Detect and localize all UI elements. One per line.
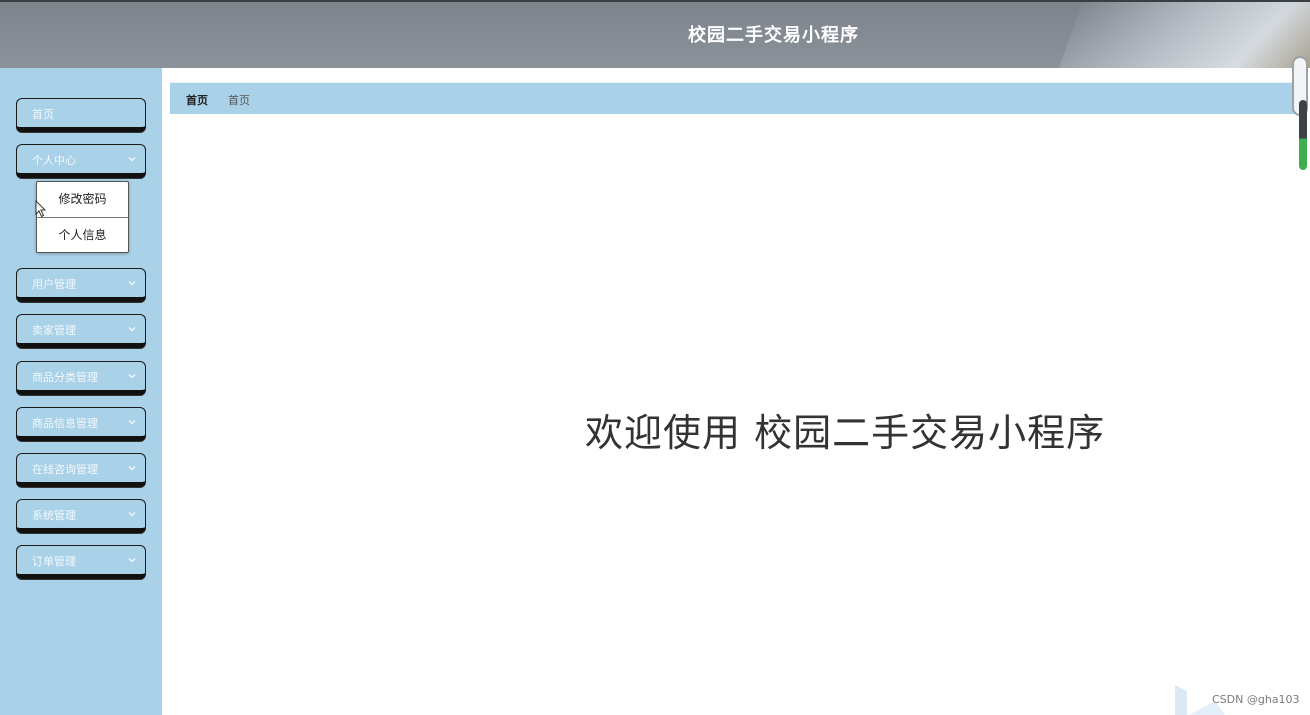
sidebar-item-label: 个人中心: [32, 154, 76, 167]
mouse-cursor-icon: [35, 199, 47, 218]
sidebar-item-label: 在线咨询管理: [32, 463, 98, 476]
watermark-text: CSDN @gha103: [1212, 693, 1300, 706]
breadcrumb-current: 首页: [228, 94, 250, 107]
sidebar-item-user-management[interactable]: 用户管理: [16, 268, 146, 302]
sidebar-item-label: 商品信息管理: [32, 417, 98, 430]
welcome-message: 欢迎使用 校园二手交易小程序: [585, 411, 1106, 455]
submenu-item-change-password[interactable]: 修改密码: [37, 182, 128, 217]
submenu-item-personal-info[interactable]: 个人信息: [37, 217, 128, 252]
breadcrumb: 首页 首页: [170, 82, 1295, 114]
sidebar-item-label: 用户管理: [32, 278, 76, 291]
sidebar-item-label: 系统管理: [32, 509, 76, 522]
sidebar-item-system-management[interactable]: 系统管理: [16, 499, 146, 533]
breadcrumb-home[interactable]: 首页: [186, 92, 208, 108]
sidebar-item-label: 首页: [32, 108, 54, 121]
chevron-down-icon: [127, 154, 137, 164]
sidebar-item-personal-center[interactable]: 个人中心: [16, 144, 146, 178]
chevron-down-icon: [127, 278, 137, 288]
chevron-down-icon: [127, 324, 137, 334]
sidebar-item-consultation-management[interactable]: 在线咨询管理: [16, 453, 146, 487]
app-title: 校园二手交易小程序: [688, 25, 859, 46]
app-header: 校园二手交易小程序: [0, 0, 1310, 68]
sidebar-item-label: 商品分类管理: [32, 371, 98, 384]
sidebar-item-category-management[interactable]: 商品分类管理: [16, 361, 146, 395]
chevron-down-icon: [127, 555, 137, 565]
sidebar-item-label: 订单管理: [32, 555, 76, 568]
sidebar-item-order-management[interactable]: 订单管理: [16, 545, 146, 579]
chevron-down-icon: [127, 509, 137, 519]
sidebar-item-seller-management[interactable]: 卖家管理: [16, 314, 146, 348]
chevron-down-icon: [127, 371, 137, 381]
sidebar-item-product-management[interactable]: 商品信息管理: [16, 407, 146, 441]
scrollbar-thumb[interactable]: [1299, 100, 1307, 170]
personal-center-submenu: 修改密码 个人信息: [36, 181, 129, 253]
sidebar-item-home[interactable]: 首页: [16, 98, 146, 132]
sidebar-item-label: 卖家管理: [32, 324, 76, 337]
chevron-down-icon: [127, 463, 137, 473]
header-decoration: [1053, 2, 1310, 68]
chevron-down-icon: [127, 417, 137, 427]
